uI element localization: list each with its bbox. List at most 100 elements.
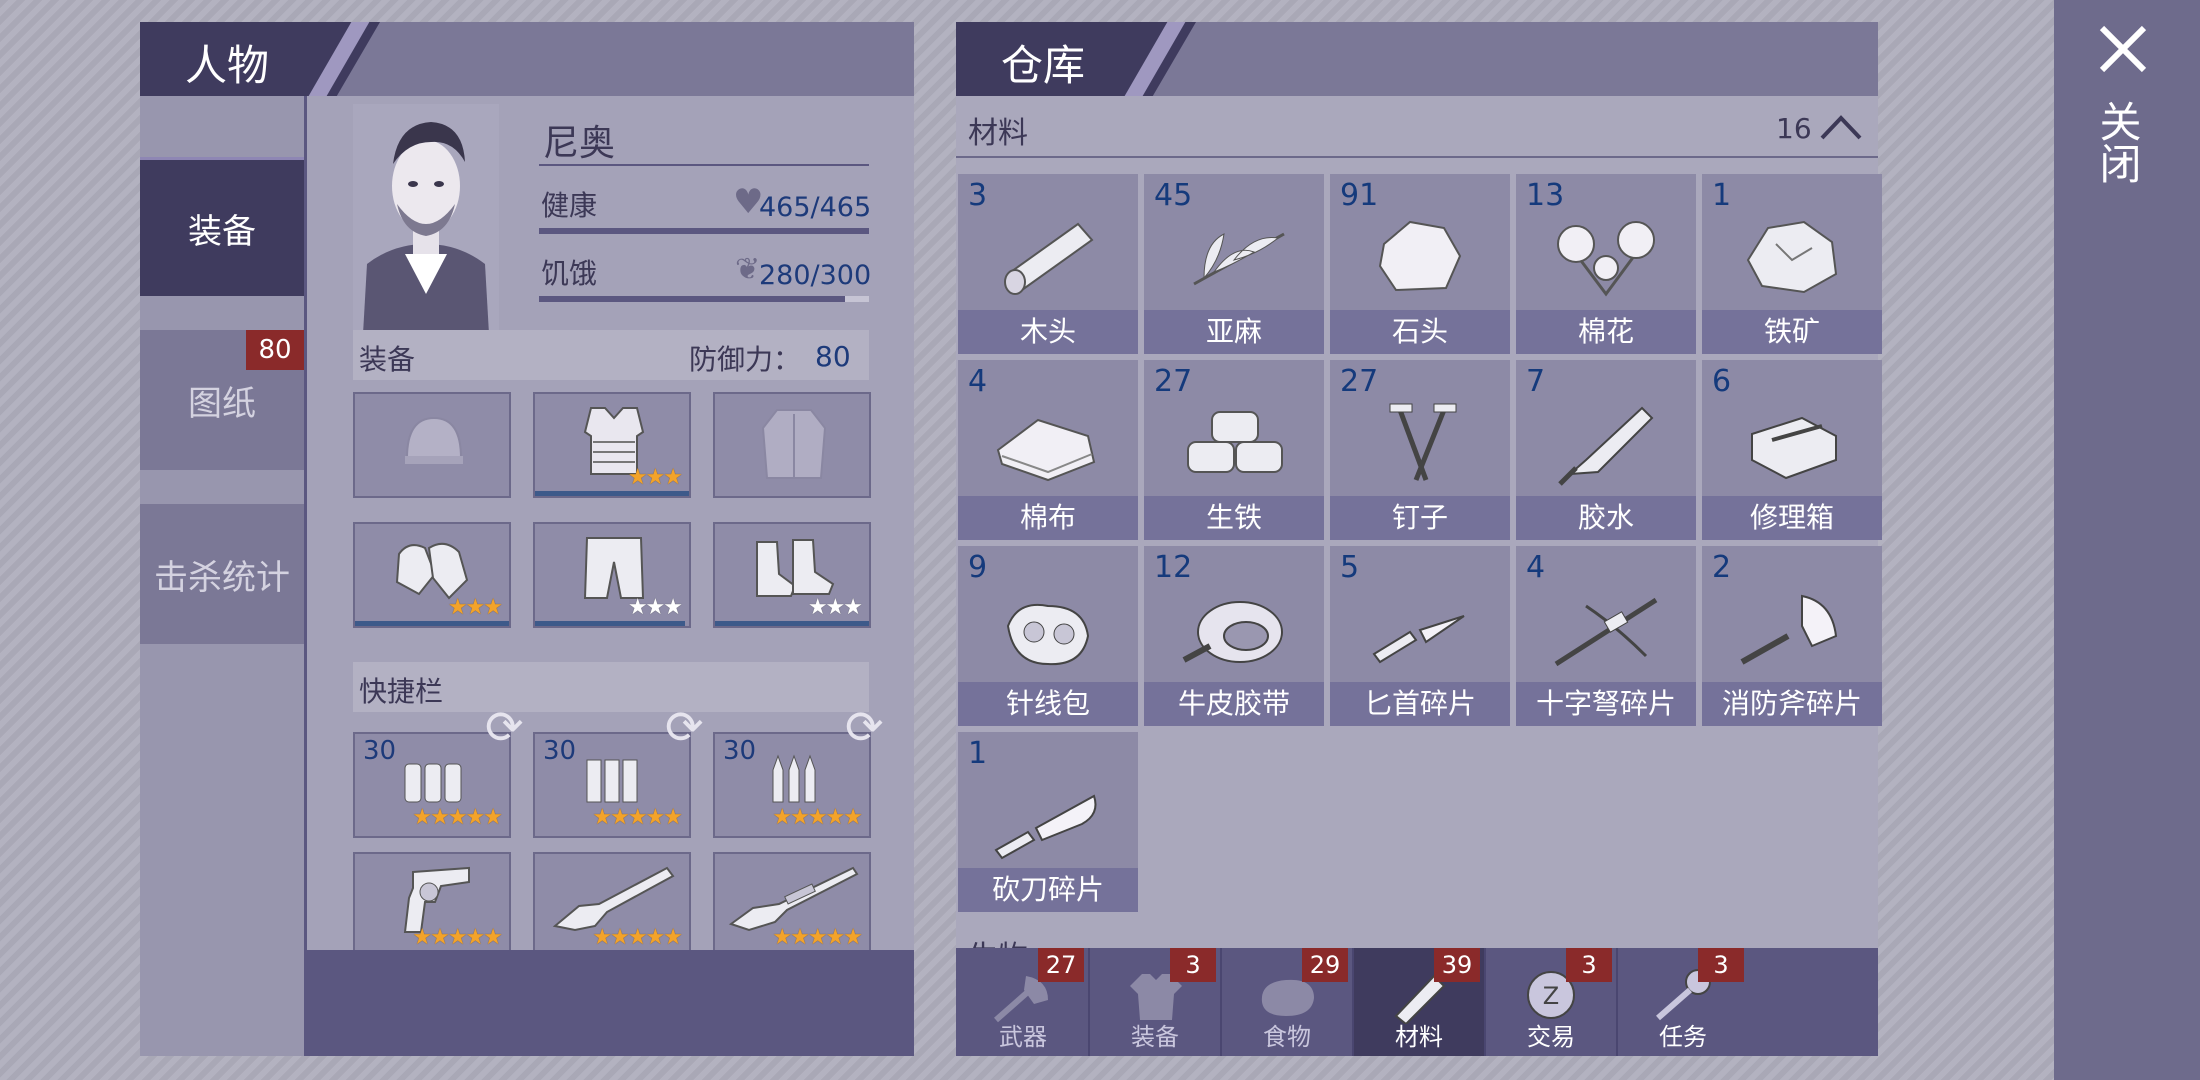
item-tape[interactable]: 12 牛皮胶带 <box>1144 546 1324 726</box>
slot-helmet[interactable] <box>353 392 511 498</box>
slot-jacket[interactable] <box>713 392 871 498</box>
slot-armor[interactable]: ★★★ <box>533 392 691 498</box>
character-footer <box>304 950 914 1056</box>
log-icon <box>1004 222 1094 295</box>
category-tab-equipment[interactable]: 3 装备 <box>1090 948 1222 1056</box>
slot-pants[interactable]: ★★★ <box>533 522 691 628</box>
cotton-icon <box>1557 221 1655 297</box>
item-label: 胶水 <box>1516 496 1696 540</box>
tab-kill-stats[interactable]: 击杀统计 <box>140 504 304 644</box>
category-tab-weapons[interactable]: 27 武器 <box>958 948 1090 1056</box>
pants-stars: ★★★ <box>627 595 683 620</box>
shotgun-shells-icon <box>404 763 462 803</box>
weapon-slot-2[interactable]: ★★★★★ <box>533 852 691 958</box>
section-label: 材料 <box>968 116 1028 151</box>
boots-icon <box>756 539 835 597</box>
item-axe-fragment[interactable]: 2 消防斧碎片 <box>1702 546 1882 726</box>
category-label: 任务 <box>1659 1023 1707 1051</box>
item-count: 1 <box>968 736 988 771</box>
warehouse-title: 仓库 <box>1001 41 1086 90</box>
character-portrait <box>353 104 499 334</box>
jacket-icon <box>761 409 827 479</box>
health-label: 健康 <box>541 189 598 222</box>
rifle-rounds-icon <box>772 754 816 803</box>
category-tab-quests[interactable]: 3 任务 <box>1618 948 1748 1056</box>
category-label: 装备 <box>1131 1023 1179 1051</box>
item-iron-ore[interactable]: 1 铁矿 <box>1702 174 1882 354</box>
item-count: 5 <box>1340 550 1360 585</box>
item-glue[interactable]: 7 胶水 <box>1516 360 1696 540</box>
item-repair-kit[interactable]: 6 修理箱 <box>1702 360 1882 540</box>
quickbar-label: 快捷栏 <box>359 675 444 708</box>
weapon-slot-1[interactable]: ★★★★★ <box>353 852 511 958</box>
item-label: 生铁 <box>1144 496 1324 540</box>
item-flax[interactable]: 45 亚麻 <box>1144 174 1324 354</box>
item-nails[interactable]: 27 钉子 <box>1330 360 1510 540</box>
machete-fragment-icon <box>994 794 1097 860</box>
section-header-materials[interactable]: 材料 16 <box>956 98 1878 158</box>
item-stone[interactable]: 91 石头 <box>1330 174 1510 354</box>
dagger-fragment-icon <box>1372 615 1465 664</box>
category-badge: 27 <box>1038 948 1084 982</box>
slot-gloves[interactable]: ★★★ <box>353 522 511 628</box>
shotgun-icon <box>552 866 675 932</box>
svg-text:Z: Z <box>1543 982 1559 1010</box>
item-label: 砍刀碎片 <box>958 868 1138 912</box>
item-count: 9 <box>968 550 988 585</box>
weapon-stars-3: ★★★★★ <box>772 925 863 950</box>
gloves-icon <box>395 542 469 600</box>
item-label: 消防斧碎片 <box>1702 682 1882 726</box>
close-icon[interactable] <box>2098 24 2148 74</box>
item-label: 棉花 <box>1516 310 1696 354</box>
item-cloth[interactable]: 4 棉布 <box>958 360 1138 540</box>
ammo-stars-3: ★★★★★ <box>772 805 863 830</box>
item-wood[interactable]: 3 木头 <box>958 174 1138 354</box>
warehouse-header: 仓库 <box>956 22 1878 96</box>
item-crossbow-fragment[interactable]: 4 十字弩碎片 <box>1516 546 1696 726</box>
quickbar-header: 快捷栏 <box>353 662 869 712</box>
blueprints-badge: 80 <box>246 330 304 370</box>
rifle-icon <box>728 866 859 932</box>
item-count: 4 <box>1526 550 1546 585</box>
flax-icon <box>1193 232 1285 286</box>
item-dagger-fragment[interactable]: 5 匕首碎片 <box>1330 546 1510 726</box>
hunger-value: 280/300 <box>759 260 872 291</box>
hunger-label: 饥饿 <box>541 257 598 290</box>
stone-icon <box>1378 220 1462 292</box>
crossbow-fragment-icon <box>1554 597 1658 667</box>
health-value: 465/465 <box>759 192 872 223</box>
item-count: 6 <box>1712 364 1732 399</box>
weapon-stars-2: ★★★★★ <box>592 925 683 950</box>
section-header-creatures[interactable]: 生物 <box>956 930 1878 948</box>
tab-equipment[interactable]: 装备 <box>140 157 304 296</box>
category-tab-materials[interactable]: 39 材料 <box>1354 948 1486 1056</box>
category-tab-food[interactable]: 29 食物 <box>1222 948 1354 1056</box>
close-label[interactable]: 关闭 <box>2093 100 2148 184</box>
ammo-stars-2: ★★★★★ <box>592 805 683 830</box>
item-count: 2 <box>1712 550 1732 585</box>
weapon-slot-3[interactable]: ★★★★★ <box>713 852 871 958</box>
item-label: 十字弩碎片 <box>1516 682 1696 726</box>
slot-boots[interactable]: ★★★ <box>713 522 871 628</box>
close-strip[interactable]: 关闭 <box>2054 0 2200 1080</box>
glue-icon <box>1558 406 1654 486</box>
boots-stars: ★★★ <box>807 595 863 620</box>
chevron-up-icon[interactable] <box>1818 112 1864 142</box>
item-cotton[interactable]: 13 棉花 <box>1516 174 1696 354</box>
character-title: 人物 <box>185 41 270 90</box>
category-label: 材料 <box>1395 1023 1443 1051</box>
character-header: 人物 <box>140 22 914 96</box>
swap-icon[interactable]: ⟳ <box>665 700 704 754</box>
item-pig-iron[interactable]: 27 生铁 <box>1144 360 1324 540</box>
swap-icon[interactable]: ⟳ <box>845 700 884 754</box>
tab-blueprints[interactable]: 图纸 80 <box>140 330 304 470</box>
character-panel: 人物 装备 图纸 80 击杀统计 尼奥 健康 ♥ 465/465 饥饿 ❦ 28… <box>140 22 914 1056</box>
item-machete-fragment[interactable]: 1 砍刀碎片 <box>958 732 1138 912</box>
name-underline <box>539 164 869 166</box>
item-sewing-kit[interactable]: 9 针线包 <box>958 546 1138 726</box>
category-label: 交易 <box>1527 1023 1575 1051</box>
category-badge: 3 <box>1566 948 1612 982</box>
item-label: 针线包 <box>958 682 1138 726</box>
swap-icon[interactable]: ⟳ <box>485 700 524 754</box>
category-tab-trade[interactable]: Z 3 交易 <box>1486 948 1618 1056</box>
